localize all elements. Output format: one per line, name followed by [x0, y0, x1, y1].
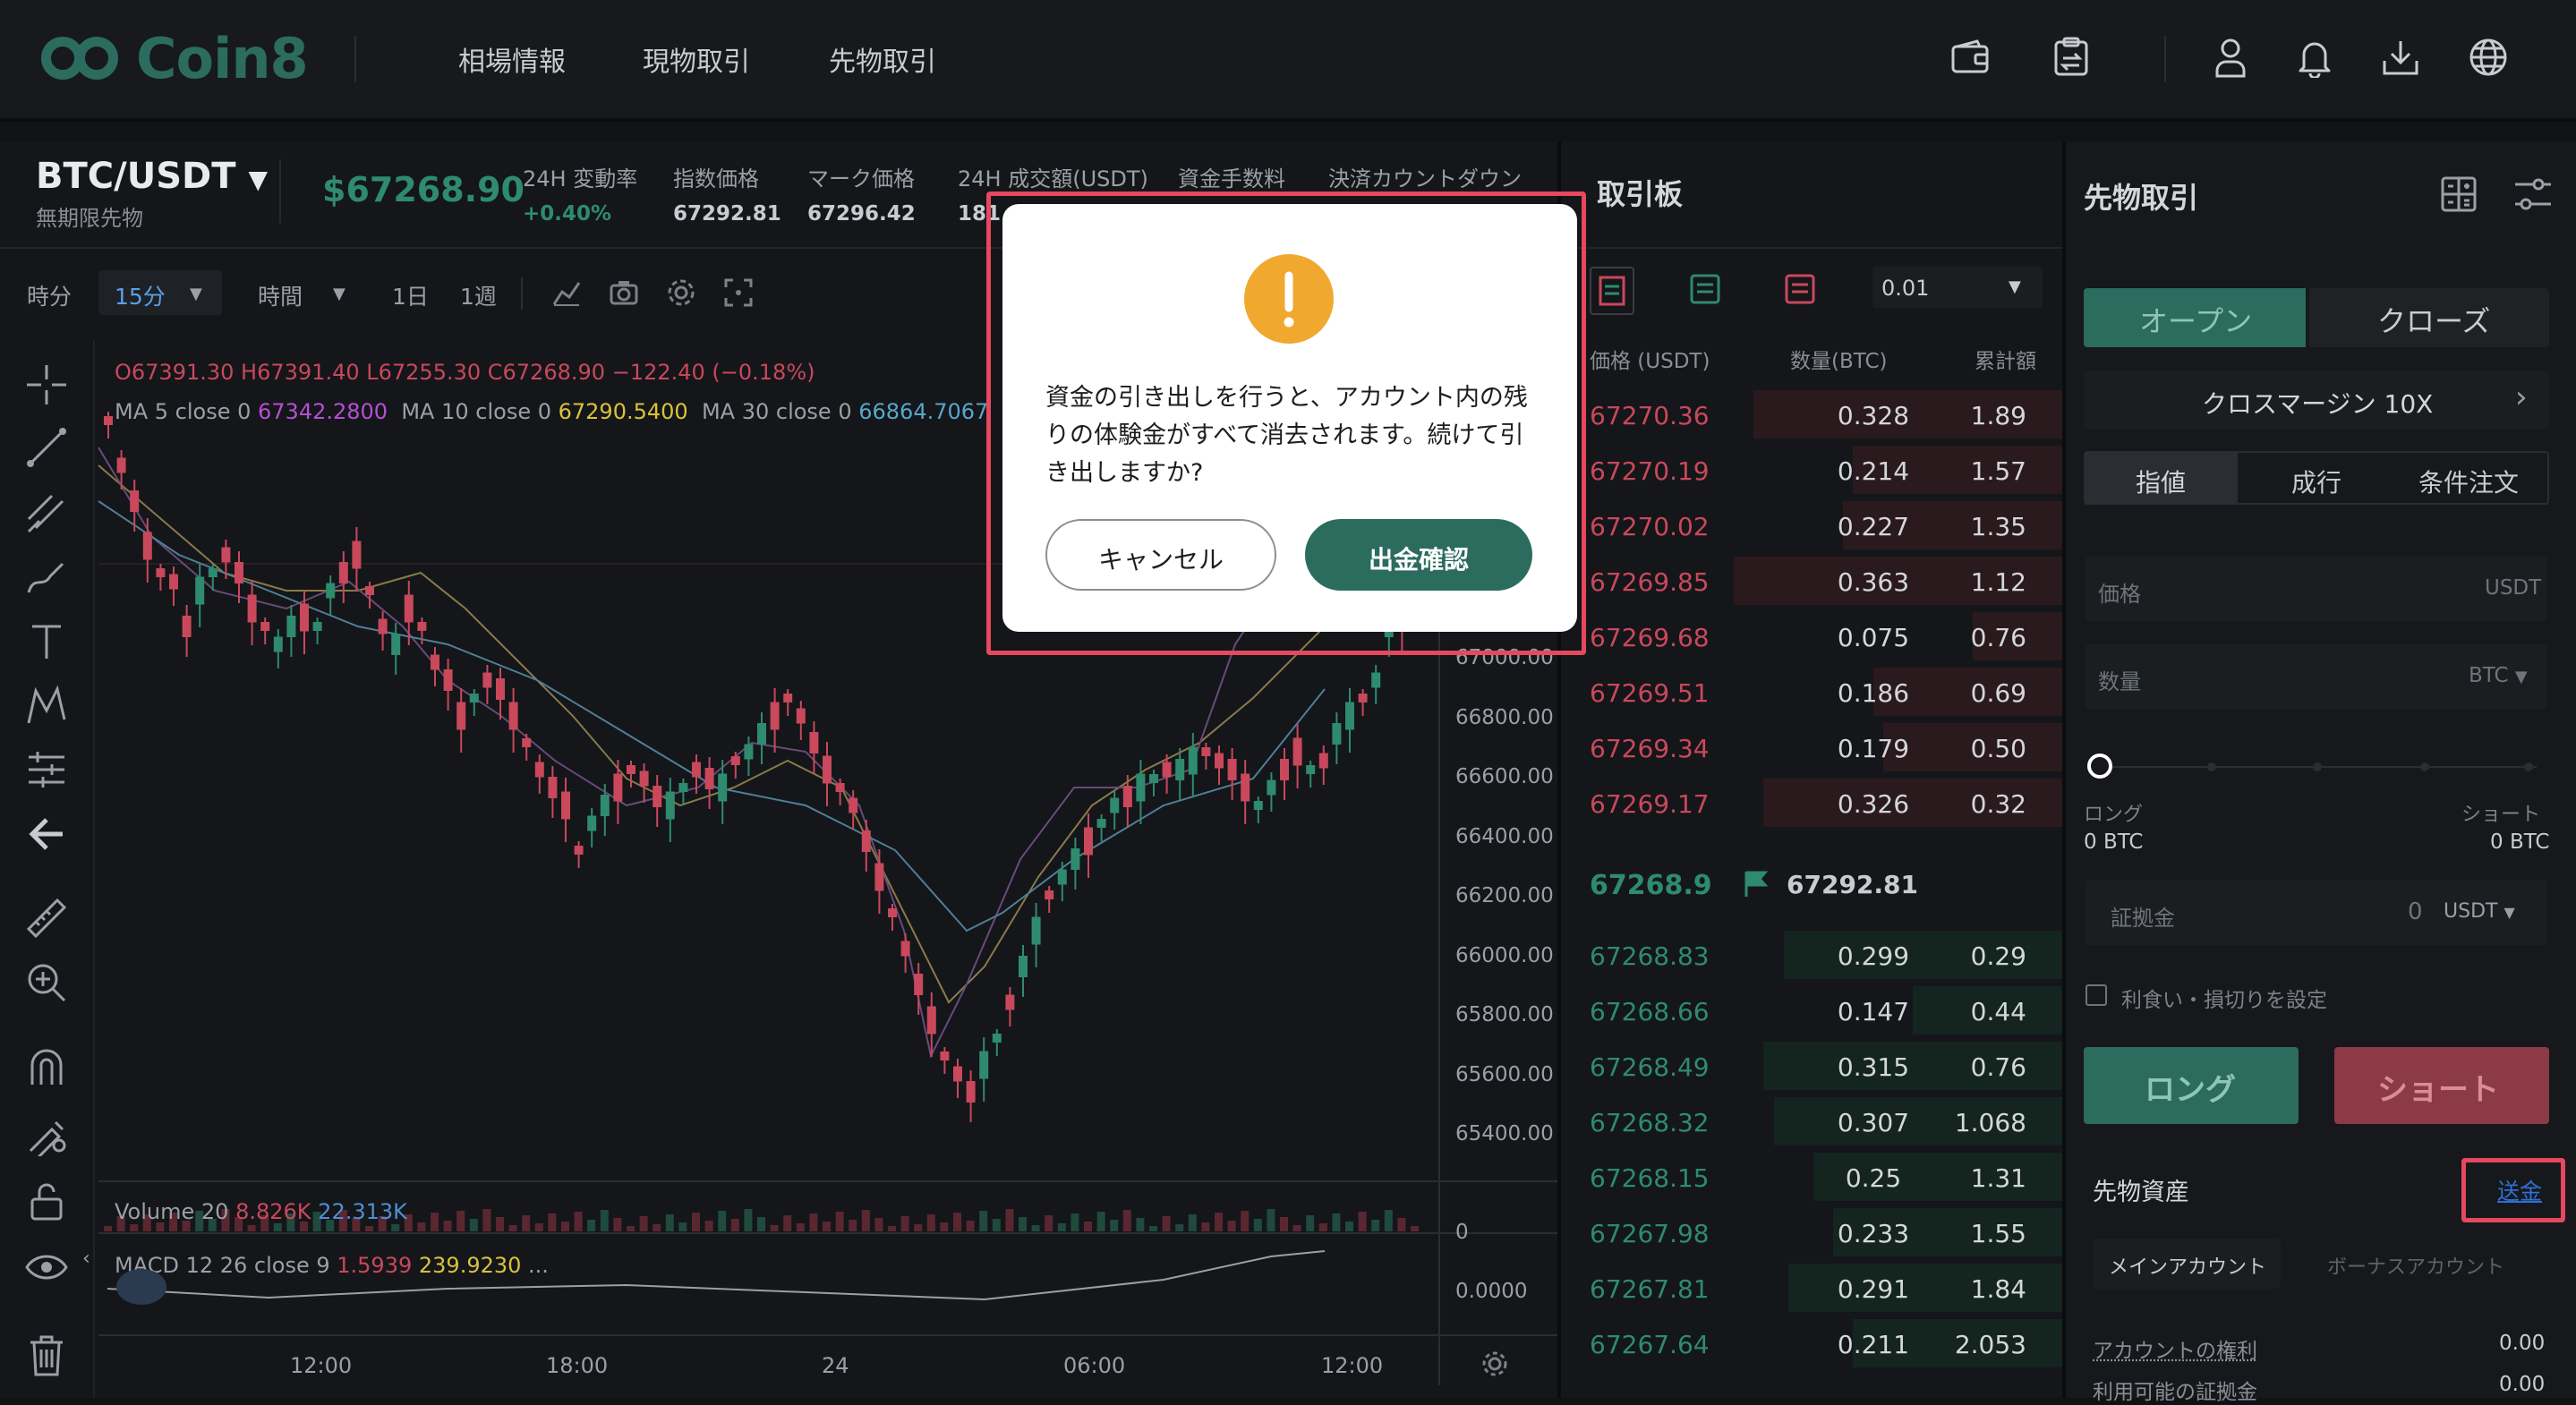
cancel-button-label: キャンセル	[1097, 545, 1224, 575]
confirm-withdraw-label: 出金確認	[1368, 545, 1469, 575]
dialog-message: 資金の引き出しを行うと、アカウント内の残りの体験金がすべて消去されます。続けて引…	[1045, 384, 1528, 487]
warning-icon	[1244, 254, 1334, 344]
